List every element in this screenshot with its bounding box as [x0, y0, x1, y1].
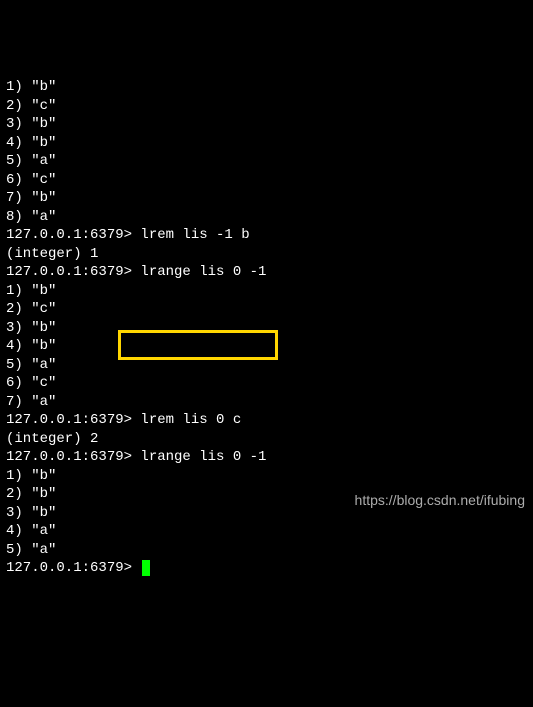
list-item: 1) "b" [6, 467, 527, 486]
list-item: 7) "a" [6, 393, 527, 412]
list-item: 2) "c" [6, 300, 527, 319]
output-line: (integer) 2 [6, 430, 527, 449]
list-item: 2) "c" [6, 97, 527, 116]
command-line[interactable]: 127.0.0.1:6379> [6, 559, 527, 578]
list-item: 4) "b" [6, 134, 527, 153]
command-text: lrem lis 0 c [140, 412, 241, 428]
prompt: 127.0.0.1:6379> [6, 227, 140, 243]
command-line[interactable]: 127.0.0.1:6379> lrem lis -1 b [6, 226, 527, 245]
list-item: 1) "b" [6, 78, 527, 97]
list-item: 8) "a" [6, 208, 527, 227]
watermark-text: https://blog.csdn.net/ifubing [355, 491, 525, 510]
list-item: 5) "a" [6, 356, 527, 375]
prompt: 127.0.0.1:6379> [6, 412, 140, 428]
list-item: 5) "a" [6, 152, 527, 171]
cursor [142, 560, 150, 576]
list-item: 6) "c" [6, 171, 527, 190]
list-item: 1) "b" [6, 282, 527, 301]
list-item: 4) "a" [6, 522, 527, 541]
prompt: 127.0.0.1:6379> [6, 560, 140, 576]
command-line[interactable]: 127.0.0.1:6379> lrem lis 0 c [6, 411, 527, 430]
list-item: 7) "b" [6, 189, 527, 208]
command-text: lrange lis 0 -1 [140, 264, 266, 280]
command-text: lrem lis -1 b [140, 227, 249, 243]
prompt: 127.0.0.1:6379> [6, 264, 140, 280]
output-line: (integer) 1 [6, 245, 527, 264]
command-line[interactable]: 127.0.0.1:6379> lrange lis 0 -1 [6, 448, 527, 467]
command-text: lrange lis 0 -1 [140, 449, 266, 465]
command-line[interactable]: 127.0.0.1:6379> lrange lis 0 -1 [6, 263, 527, 282]
list-item: 5) "a" [6, 541, 527, 560]
list-item: 3) "b" [6, 319, 527, 338]
list-item: 3) "b" [6, 115, 527, 134]
list-item: 6) "c" [6, 374, 527, 393]
prompt: 127.0.0.1:6379> [6, 449, 140, 465]
list-item: 4) "b" [6, 337, 527, 356]
